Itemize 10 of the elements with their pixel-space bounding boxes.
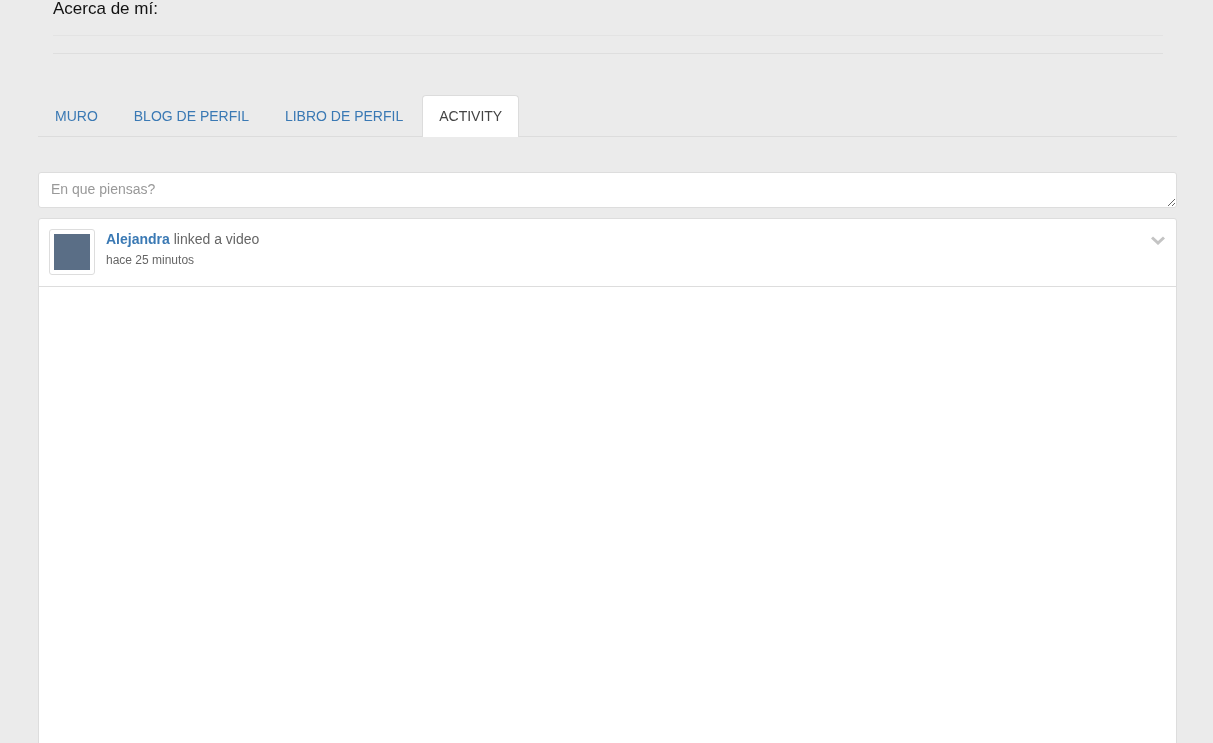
profile-tab[interactable]: LIBRO DE PERFIL xyxy=(267,95,421,136)
profile-tab[interactable]: ACTIVITY xyxy=(422,95,520,137)
profile-tab[interactable]: BLOG DE PERFIL xyxy=(116,95,266,136)
activity-time: hace 25 minutos xyxy=(106,253,196,267)
chevron-down-icon[interactable] xyxy=(1151,236,1165,245)
activity-text: Alejandra linked a video xyxy=(106,231,261,247)
avatar-photo-placeholder xyxy=(49,229,95,275)
profile-tab[interactable]: MURO xyxy=(38,95,115,136)
post-input-field[interactable]: En que piensas? xyxy=(38,172,1177,208)
section-heading: Acerca de mí: xyxy=(53,0,159,18)
